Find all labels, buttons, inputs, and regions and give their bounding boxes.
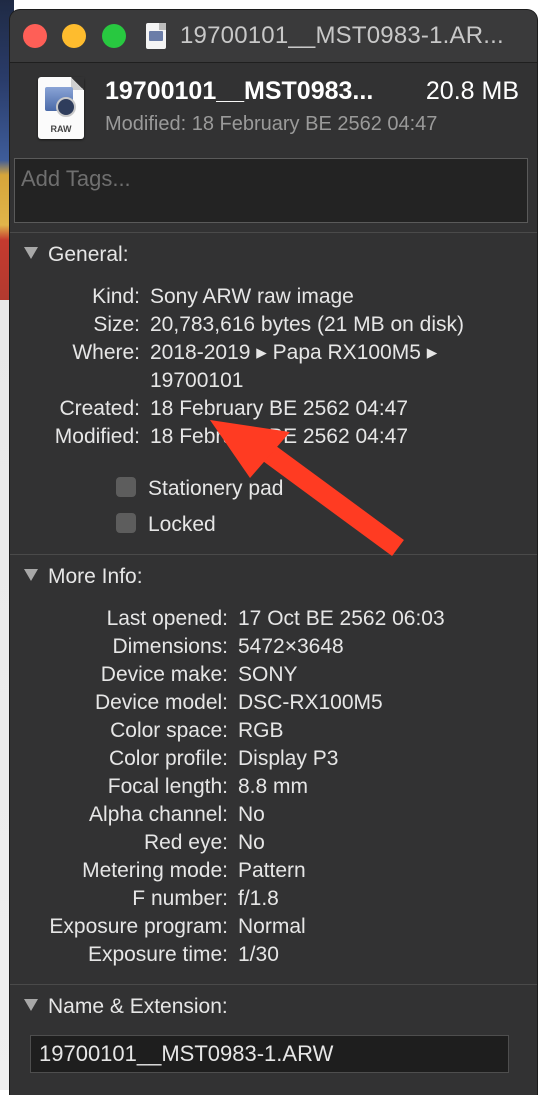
info-label: Exposure time: [87, 943, 228, 966]
section-title: General: [48, 243, 129, 266]
info-label: Exposure program: [49, 915, 228, 938]
info-label: Metering mode: [82, 859, 228, 882]
section-title: Name & Extension: [48, 995, 228, 1018]
get-info-window: 19700101__MST0983-1.AR... RAW 19700101__… [10, 10, 537, 1095]
info-label: Where: [72, 341, 140, 364]
section-title: More Info: [48, 565, 143, 588]
info-label: Color profile: [108, 747, 228, 770]
info-label: Size: [93, 313, 140, 336]
info-value: 18 February BE 2562 04:47 [150, 397, 409, 420]
info-label: Kind: [92, 285, 140, 308]
info-value: 1/30 [238, 943, 279, 966]
checkbox-box[interactable] [116, 477, 136, 498]
info-value: 8.8 mm [238, 775, 309, 798]
info-value: Display P3 [238, 747, 339, 770]
info-label: Alpha channel: [89, 803, 228, 826]
window-title: 19700101__MST0983-1.AR... [180, 22, 504, 49]
checkbox-box[interactable] [116, 513, 136, 534]
info-value: f/1.8 [238, 887, 279, 910]
file-modified-date: Modified: 18 February BE 2562 04:47 [105, 113, 438, 135]
info-label: Created: [59, 397, 140, 420]
tags-field[interactable] [14, 158, 528, 223]
file-name: 19700101__MST0983... [105, 77, 374, 105]
info-value: No [238, 831, 265, 854]
info-value: 5472×3648 [238, 635, 344, 658]
title-bar: 19700101__MST0983-1.AR... [10, 10, 537, 63]
info-label: Color space: [110, 719, 228, 742]
info-value: 2018-2019 ▸ Papa RX100M5 ▸ [150, 341, 438, 364]
divider [10, 554, 537, 555]
info-value: DSC-RX100M5 [238, 691, 383, 714]
info-value: SONY [238, 663, 298, 686]
info-label: Focal length: [107, 775, 228, 798]
tags-input[interactable] [19, 163, 523, 195]
info-label: Modified: [54, 425, 140, 448]
minimize-button[interactable] [62, 24, 86, 48]
section-general-header[interactable]: General: [24, 243, 129, 267]
zoom-button[interactable] [102, 24, 126, 48]
stationery-pad-checkbox[interactable]: Stationery pad [116, 477, 283, 501]
info-label: F number: [132, 887, 228, 910]
info-label: Dimensions: [112, 635, 228, 658]
locked-checkbox[interactable]: Locked [116, 513, 216, 537]
file-name-field[interactable] [30, 1035, 509, 1073]
section-more-info-header[interactable]: More Info: [24, 565, 143, 589]
checkbox-label: Locked [148, 513, 216, 536]
info-value: 19700101 [150, 369, 244, 392]
info-label: Device make: [100, 663, 228, 686]
info-label: Last opened: [106, 607, 228, 630]
section-name-extension-header[interactable]: Name & Extension: [24, 995, 228, 1019]
info-value: RGB [238, 719, 284, 742]
document-proxy-icon[interactable] [146, 23, 166, 49]
info-value: No [238, 803, 265, 826]
info-value: Pattern [238, 859, 306, 882]
close-button[interactable] [23, 24, 47, 48]
divider [10, 984, 537, 985]
info-value: Sony ARW raw image [150, 285, 354, 308]
info-value: Normal [238, 915, 306, 938]
divider [10, 232, 537, 233]
info-label: Red eye: [143, 831, 228, 854]
info-value: 18 February BE 2562 04:47 [150, 425, 409, 448]
disclosure-triangle-icon[interactable] [24, 999, 38, 1012]
file-size: 20.8 MB [425, 77, 519, 105]
info-value: 17 Oct BE 2562 06:03 [238, 607, 445, 630]
raw-icon-label: RAW [50, 124, 72, 134]
info-label: Device model: [94, 691, 228, 714]
info-value: 20,783,616 bytes (21 MB on disk) [150, 313, 465, 336]
file-header: RAW 19700101__MST0983... 20.8 MB Modifie… [10, 63, 537, 158]
checkbox-label: Stationery pad [148, 477, 284, 500]
raw-file-icon: RAW [38, 77, 84, 139]
disclosure-triangle-icon[interactable] [24, 247, 38, 260]
disclosure-triangle-icon[interactable] [24, 569, 38, 582]
